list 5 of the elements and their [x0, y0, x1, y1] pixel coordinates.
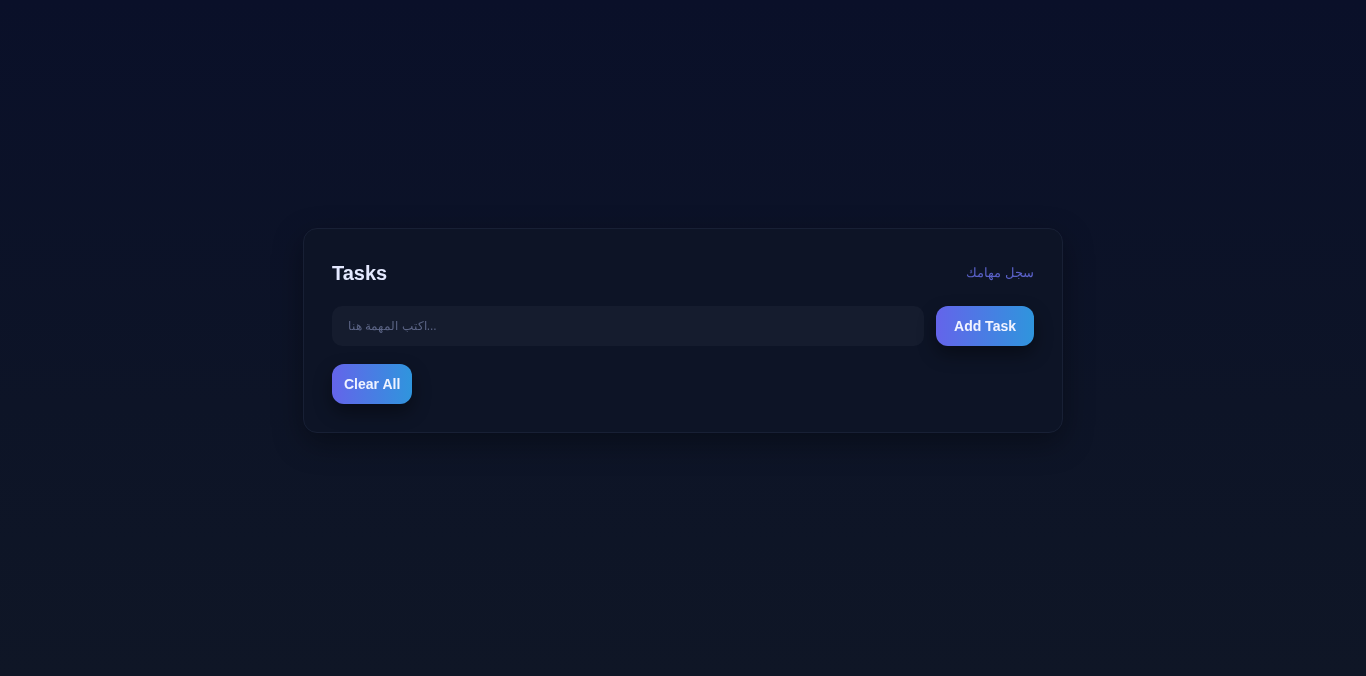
card-subtitle: سجل مهامك — [966, 263, 1034, 282]
task-input-field[interactable]: اكتب المهمة هنا... — [332, 305, 924, 346]
clear-all-button[interactable]: Clear All — [332, 363, 413, 404]
card-title: Tasks — [332, 260, 388, 285]
add-task-button[interactable]: Add Task — [936, 305, 1034, 346]
